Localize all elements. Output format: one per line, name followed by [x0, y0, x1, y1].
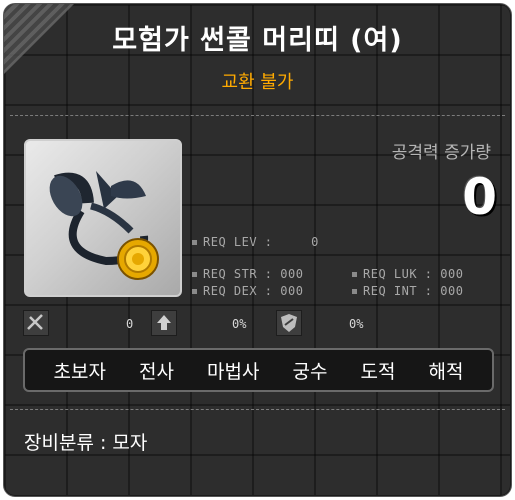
job-warrior: 전사 — [139, 360, 174, 383]
stat-value-2: 0% — [232, 317, 247, 331]
job-thief: 도적 — [360, 360, 396, 383]
upgrade-arrow-icon — [151, 310, 177, 336]
req-dex: REQ DEX : 000 — [192, 284, 303, 298]
item-name: 모험가 썬콜 머리띠 (여) — [112, 25, 403, 56]
job-magician: 마법사 — [207, 360, 260, 383]
divider-bottom — [10, 409, 505, 410]
req-lev: REQ LEV : 0 — [192, 235, 319, 249]
job-archer: 궁수 — [292, 360, 328, 383]
trade-status: 교환 불가 — [221, 72, 294, 93]
req-luk: REQ LUK : 000 — [352, 267, 463, 281]
req-str: REQ STR : 000 — [192, 267, 303, 281]
item-icon — [24, 139, 182, 297]
attack-value: 0 — [462, 168, 497, 226]
stat-value-3: 0% — [349, 317, 364, 331]
job-pirate: 해적 — [428, 360, 464, 383]
stat-value-1: 0 — [126, 317, 134, 331]
cross-swords-icon — [23, 310, 49, 336]
item-tooltip: 모험가 썬콜 머리띠 (여) 교환 불가 공격력 증가량 0 REQ LEV :… — [3, 3, 512, 497]
attack-label: 공격력 증가량 — [391, 143, 491, 163]
req-int: REQ INT : 000 — [352, 284, 463, 298]
divider-top — [10, 115, 505, 116]
job-list: 초보자 전사 마법사 궁수 도적 해적 — [23, 348, 494, 392]
job-beginner: 초보자 — [53, 360, 106, 383]
equipment-category: 장비분류 : 모자 — [24, 432, 148, 454]
shield-icon — [276, 310, 302, 336]
